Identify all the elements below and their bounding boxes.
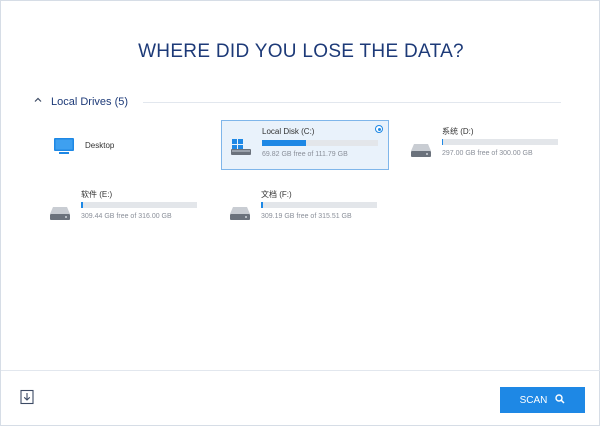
drive-usage-bar: [261, 202, 377, 208]
drive-e[interactable]: 软件 (E:) 309.44 GB free of 316.00 GB: [41, 183, 209, 233]
drive-f[interactable]: 文档 (F:) 309.19 GB free of 315.51 GB: [221, 183, 389, 233]
drive-name: 系统 (D:): [442, 127, 474, 136]
footer-divider: [1, 370, 600, 371]
drive-name: 文档 (F:): [261, 190, 292, 199]
drive-name: Desktop: [85, 141, 115, 150]
drive-usage-bar: [262, 140, 378, 146]
drive-usage-fill: [261, 202, 264, 208]
drive-usage-fill: [81, 202, 84, 208]
hard-drive-icon: [49, 203, 71, 221]
local-drives-section-header[interactable]: Local Drives (5): [31, 95, 561, 109]
drive-usage-bar: [442, 139, 558, 145]
drive-name: 软件 (E:): [81, 190, 113, 199]
drive-usage-fill: [442, 139, 444, 145]
export-icon[interactable]: [19, 389, 35, 405]
drive-free-space: 297.00 GB free of 300.00 GB: [442, 150, 533, 157]
drive-free-space: 309.19 GB free of 315.51 GB: [261, 213, 352, 220]
scan-button-label: SCAN: [519, 394, 548, 406]
windows-drive-icon: [230, 138, 252, 156]
scan-button[interactable]: SCAN: [500, 387, 585, 413]
chevron-up-icon[interactable]: [31, 95, 45, 109]
drive-free-space: 69.82 GB free of 111.79 GB: [262, 151, 348, 158]
desktop-icon: [53, 137, 75, 155]
drive-desktop[interactable]: Desktop: [45, 121, 213, 171]
section-divider: [143, 102, 561, 103]
drive-usage-bar: [81, 202, 197, 208]
app-window: WHERE DID YOU LOSE THE DATA? Local Drive…: [0, 0, 600, 426]
drive-usage-fill: [262, 140, 306, 146]
drive-d[interactable]: 系统 (D:) 297.00 GB free of 300.00 GB: [402, 120, 570, 170]
search-icon: [555, 393, 565, 407]
selected-radio[interactable]: [375, 125, 383, 133]
section-label: Local Drives (5): [51, 96, 129, 108]
hard-drive-icon: [229, 203, 251, 221]
page-title: WHERE DID YOU LOSE THE DATA?: [138, 41, 464, 62]
drive-name: Local Disk (C:): [262, 127, 315, 136]
drive-c[interactable]: Local Disk (C:) 69.82 GB free of 111.79 …: [221, 120, 389, 170]
hard-drive-icon: [410, 140, 432, 158]
drive-free-space: 309.44 GB free of 316.00 GB: [81, 213, 172, 220]
